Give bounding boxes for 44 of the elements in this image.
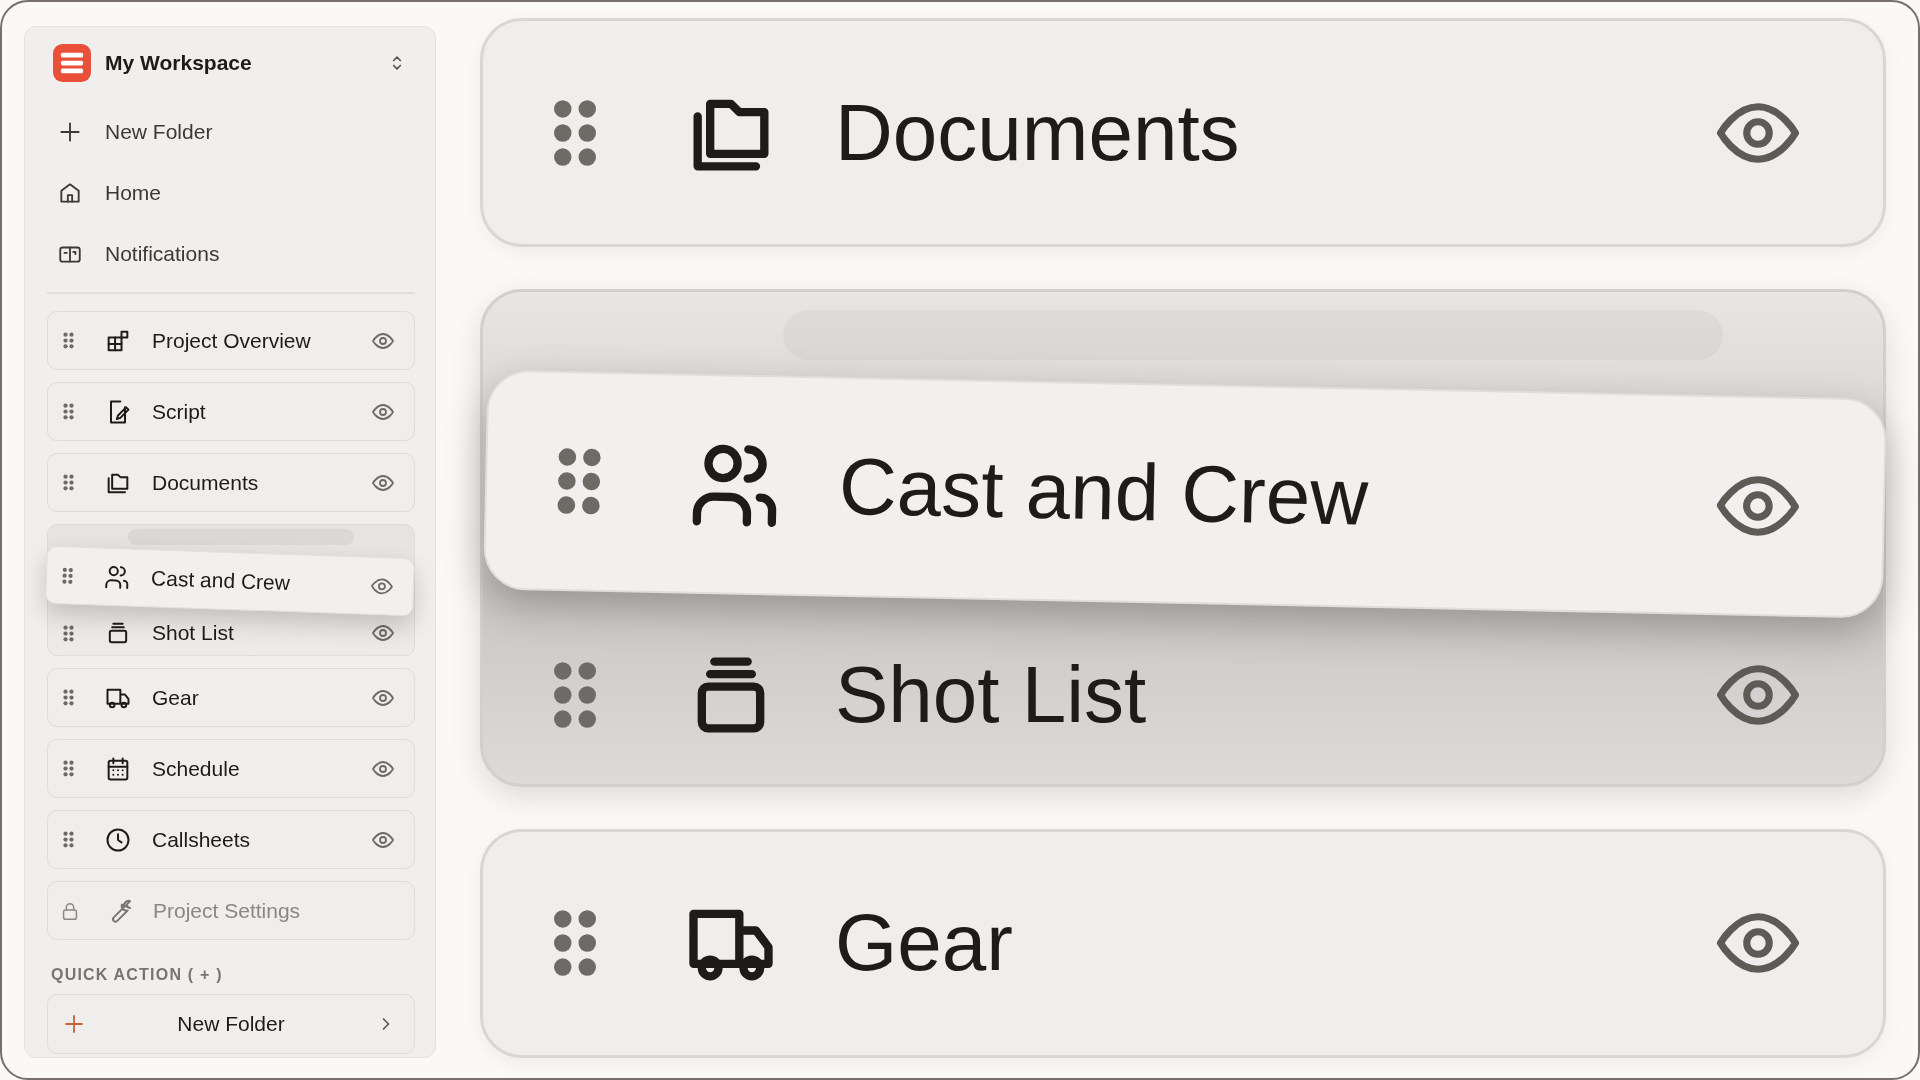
page-label: Script (152, 399, 207, 424)
drag-handle-icon[interactable] (63, 403, 74, 420)
menu-item[interactable]: Home (47, 162, 415, 223)
drag-handle-icon[interactable] (63, 831, 74, 848)
section-heading: QUICK ACTION ( + ) (51, 966, 224, 984)
page-item[interactable]: Gear (480, 828, 1886, 1058)
dragged-page-item[interactable]: Cast and Crew (45, 545, 415, 617)
dragged-page-item[interactable]: Cast and Crew (482, 369, 1888, 619)
page-item[interactable]: Script (47, 382, 415, 441)
page-label: Shot List (835, 648, 1148, 741)
page-label: Documents (152, 470, 260, 495)
page-label: Gear (152, 685, 200, 710)
page-item[interactable]: Schedule (47, 739, 415, 798)
logo-icon (53, 44, 91, 82)
drag-handle-icon[interactable] (61, 566, 74, 584)
page-label: Project Overview (152, 328, 312, 353)
drag-handle-icon[interactable] (553, 908, 597, 979)
page-item[interactable]: Gear (47, 668, 415, 727)
drag-handle-icon[interactable] (63, 332, 74, 349)
drag-handle-icon[interactable] (63, 760, 74, 777)
page-item[interactable]: Callsheets (47, 810, 415, 869)
drag-handle-icon[interactable] (553, 97, 597, 168)
plus-icon (62, 1012, 86, 1036)
page-label: Documents (835, 86, 1241, 179)
page-item[interactable]: Documents (47, 453, 415, 512)
page-label: Shot List (152, 621, 235, 645)
page-item[interactable]: Documents (480, 18, 1886, 248)
drag-handle-icon[interactable] (553, 659, 597, 730)
page-item[interactable]: Shot List (483, 619, 1883, 770)
page-label: Schedule (152, 756, 241, 781)
page-label: Project Settings (153, 898, 302, 923)
drag-handle-icon[interactable] (63, 474, 74, 491)
page-label: Cast and Crew (838, 440, 1370, 544)
new-folder-button[interactable]: New Folder (47, 994, 415, 1054)
page-item[interactable]: Project Overview (47, 311, 415, 370)
page-label: Cast and Crew (150, 566, 292, 597)
menu-item[interactable]: New Folder (47, 101, 415, 162)
drag-handle-icon[interactable] (556, 445, 602, 517)
page-label: Callsheets (152, 827, 252, 852)
page-label: Gear (835, 897, 1014, 990)
drag-handle-icon[interactable] (63, 624, 74, 642)
drag-handle-icon[interactable] (63, 689, 74, 706)
workspace-name[interactable]: My Workspace (105, 51, 387, 75)
menu-item[interactable]: Notifications (47, 223, 415, 284)
